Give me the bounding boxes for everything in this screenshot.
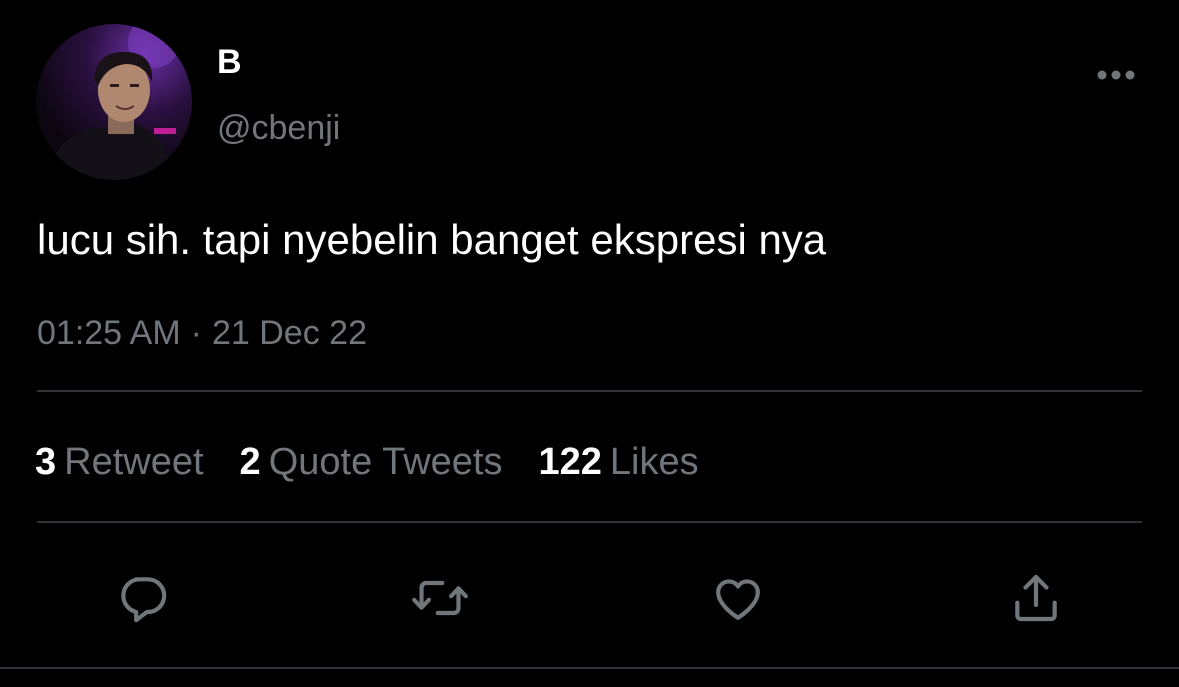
divider: [37, 521, 1142, 523]
tweet-timestamp[interactable]: 01:25 AM · 21 Dec 22: [37, 310, 367, 356]
more-options-button[interactable]: [1092, 58, 1140, 92]
meta-separator: ·: [190, 314, 202, 352]
retweet-count-stat[interactable]: 3 Retweet: [35, 438, 204, 486]
divider: [37, 390, 1142, 392]
stat-label: Likes: [609, 441, 699, 483]
stat-count: 122: [538, 441, 602, 483]
stat-label: Quote Tweets: [268, 441, 503, 483]
share-button[interactable]: [1006, 568, 1066, 628]
avatar[interactable]: [36, 24, 192, 180]
tweet-time: 01:25 AM: [37, 314, 181, 352]
avatar-photo: [46, 24, 180, 180]
more-horizontal-icon: [1097, 70, 1135, 80]
bottom-divider: [0, 667, 1179, 669]
quote-tweets-stat[interactable]: 2 Quote Tweets: [240, 438, 503, 486]
reply-button[interactable]: [112, 568, 172, 628]
stat-count: 2: [239, 441, 261, 483]
engagement-stats: 3 Retweet 2 Quote Tweets 122 Likes: [35, 438, 735, 486]
display-name[interactable]: B: [217, 40, 242, 84]
retweet-icon: [412, 580, 468, 616]
tweet-date: 21 Dec 22: [211, 314, 367, 352]
retweet-button[interactable]: [410, 568, 470, 628]
tweet-text: lucu sih. tapi nyebelin banget ekspresi …: [37, 216, 827, 263]
likes-stat[interactable]: 122 Likes: [538, 438, 698, 486]
user-handle[interactable]: @cbenji: [217, 106, 340, 150]
like-heart-icon: [716, 579, 760, 620]
reply-icon: [121, 577, 167, 623]
stat-label: Retweet: [64, 441, 204, 483]
share-icon: [1015, 574, 1057, 622]
like-button[interactable]: [708, 568, 768, 628]
stat-count: 3: [35, 441, 57, 483]
